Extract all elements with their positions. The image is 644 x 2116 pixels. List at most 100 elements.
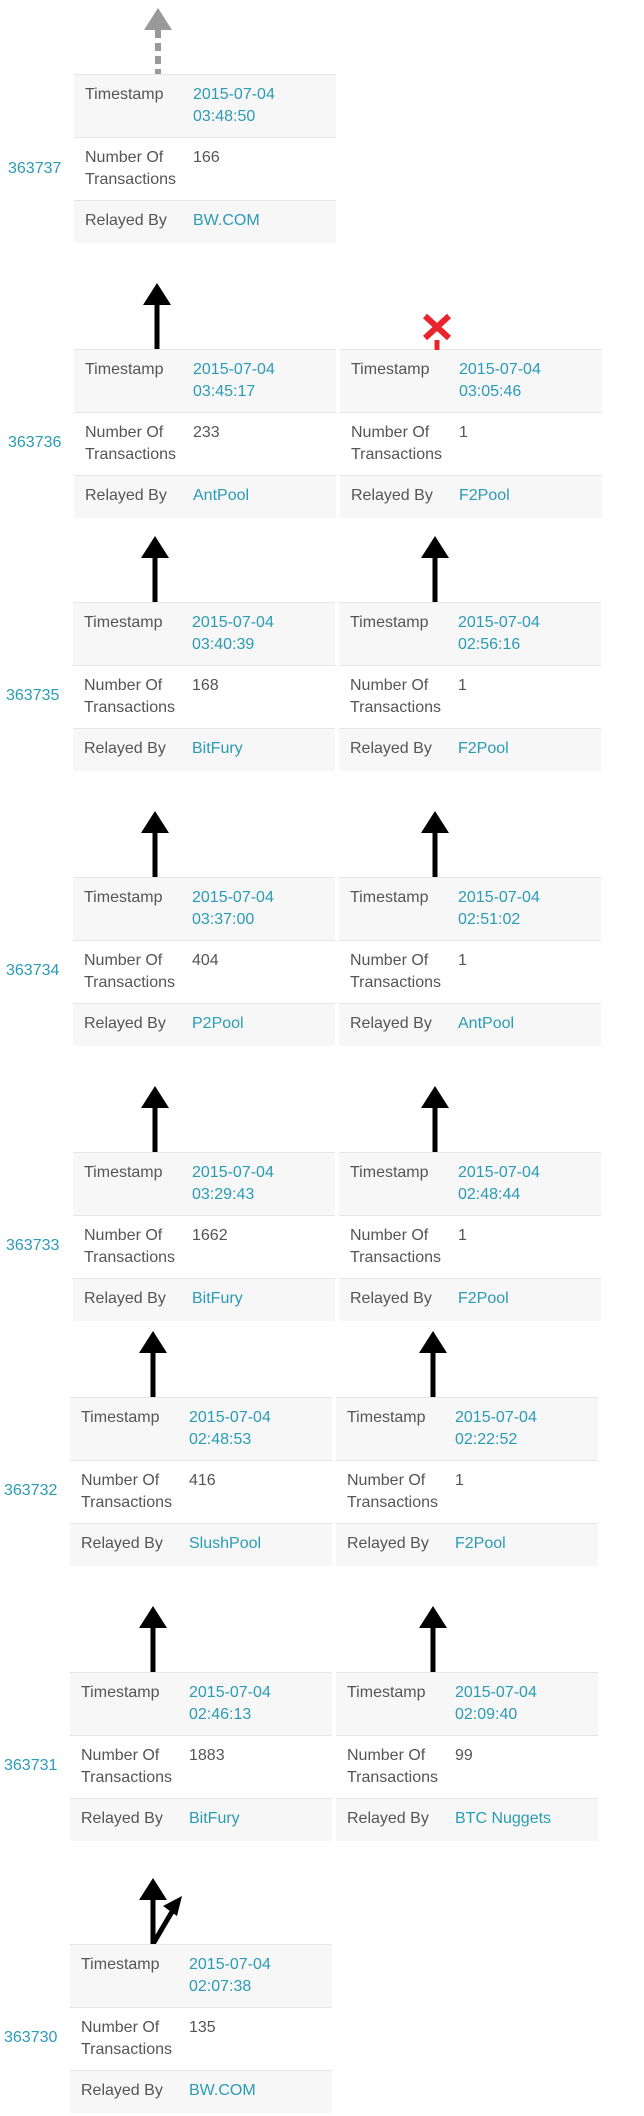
timestamp-row: Timestamp 2015-07-04 02:09:40 bbox=[336, 1672, 598, 1735]
timestamp-link[interactable]: 2015-07-04 03:29:43 bbox=[192, 1162, 274, 1205]
timestamp-row: Timestamp 2015-07-04 02:48:53 bbox=[70, 1397, 332, 1460]
transactions-row: Number Of Transactions 1662 bbox=[73, 1215, 335, 1278]
transactions-label: Number Of Transactions bbox=[85, 149, 176, 188]
timestamp-time: 02:22:52 bbox=[455, 1431, 518, 1448]
relayed-by-pool-link[interactable]: F2Pool bbox=[458, 738, 509, 760]
relayed-by-row: Relayed By AntPool bbox=[74, 475, 336, 518]
timestamp-label: Timestamp bbox=[84, 889, 163, 906]
relayed-by-pool-link[interactable]: BTC Nuggets bbox=[455, 1808, 551, 1830]
relayed-by-pool-link[interactable]: BW.COM bbox=[193, 210, 260, 232]
timestamp-link[interactable]: 2015-07-04 03:05:46 bbox=[459, 359, 541, 402]
relayed-by-row: Relayed By F2Pool bbox=[339, 1278, 601, 1321]
transactions-row: Number Of Transactions 135 bbox=[70, 2007, 332, 2070]
timestamp-time: 02:46:13 bbox=[189, 1706, 252, 1723]
timestamp-row: Timestamp 2015-07-04 03:37:00 bbox=[73, 877, 335, 940]
timestamp-link[interactable]: 2015-07-04 03:37:00 bbox=[192, 887, 274, 930]
timestamp-link[interactable]: 2015-07-04 02:56:16 bbox=[458, 612, 540, 655]
timestamp-link[interactable]: 2015-07-04 02:46:13 bbox=[189, 1682, 271, 1725]
relayed-by-pool-link[interactable]: BitFury bbox=[192, 738, 243, 760]
relayed-by-pool-link[interactable]: BW.COM bbox=[189, 2080, 256, 2102]
relayed-by-pool-link[interactable]: BitFury bbox=[192, 1288, 243, 1310]
timestamp-label: Timestamp bbox=[351, 361, 430, 378]
up-arrow-icon bbox=[141, 1086, 169, 1152]
relayed-by-row: Relayed By F2Pool bbox=[336, 1523, 598, 1566]
timestamp-row: Timestamp 2015-07-04 03:29:43 bbox=[73, 1152, 335, 1215]
timestamp-link[interactable]: 2015-07-04 02:07:38 bbox=[189, 1954, 271, 1997]
relayed-by-pool-link[interactable]: F2Pool bbox=[459, 485, 510, 507]
timestamp-link[interactable]: 2015-07-04 02:51:02 bbox=[458, 887, 540, 930]
transactions-label: Number Of Transactions bbox=[350, 952, 441, 991]
transactions-count: 404 bbox=[192, 952, 219, 969]
timestamp-label: Timestamp bbox=[81, 1684, 160, 1701]
orphan-block-card: Timestamp 2015-07-04 02:56:16 Number Of Tra… bbox=[339, 602, 601, 771]
timestamp-link[interactable]: 2015-07-04 03:40:39 bbox=[192, 612, 274, 655]
relayed-by-pool-link[interactable]: F2Pool bbox=[458, 1288, 509, 1310]
relayed-by-label: Relayed By bbox=[85, 487, 167, 504]
up-arrow-icon bbox=[139, 1331, 167, 1397]
x-mark-icon bbox=[422, 313, 452, 350]
timestamp-link[interactable]: 2015-07-04 03:48:50 bbox=[193, 84, 275, 127]
transactions-row: Number Of Transactions 99 bbox=[336, 1735, 598, 1798]
transactions-count: 135 bbox=[189, 2019, 216, 2036]
timestamp-date: 2015-07-04 bbox=[459, 361, 541, 378]
main-block-card: Timestamp 2015-07-04 02:48:53 Number Of Tra… bbox=[70, 1397, 332, 1566]
relayed-by-pool-link[interactable]: AntPool bbox=[193, 485, 249, 507]
transactions-row: Number Of Transactions 1 bbox=[336, 1460, 598, 1523]
timestamp-time: 03:37:00 bbox=[192, 911, 255, 928]
timestamp-link[interactable]: 2015-07-04 02:48:53 bbox=[189, 1407, 271, 1450]
block-height-link[interactable]: 363735 bbox=[6, 687, 59, 705]
transactions-row: Number Of Transactions 168 bbox=[73, 665, 335, 728]
timestamp-label: Timestamp bbox=[81, 1956, 160, 1973]
relayed-by-label: Relayed By bbox=[347, 1810, 429, 1827]
relayed-by-label: Relayed By bbox=[347, 1535, 429, 1552]
main-block-card: Timestamp 2015-07-04 02:46:13 Number Of Tra… bbox=[70, 1672, 332, 1841]
timestamp-row: Timestamp 2015-07-04 02:07:38 bbox=[70, 1944, 332, 2007]
transactions-row: Number Of Transactions 1 bbox=[339, 1215, 601, 1278]
timestamp-label: Timestamp bbox=[84, 614, 163, 631]
transactions-row: Number Of Transactions 416 bbox=[70, 1460, 332, 1523]
block-height-link[interactable]: 363737 bbox=[8, 160, 61, 178]
relayed-by-pool-link[interactable]: F2Pool bbox=[455, 1533, 506, 1555]
relayed-by-pool-link[interactable]: AntPool bbox=[458, 1013, 514, 1035]
block-height-link[interactable]: 363730 bbox=[4, 2029, 57, 2047]
block-height-link[interactable]: 363733 bbox=[6, 1237, 59, 1255]
block-height-link[interactable]: 363734 bbox=[6, 962, 59, 980]
orphan-block-card: Timestamp 2015-07-04 02:51:02 Number Of Tra… bbox=[339, 877, 601, 1046]
timestamp-time: 03:05:46 bbox=[459, 383, 522, 400]
timestamp-row: Timestamp 2015-07-04 02:22:52 bbox=[336, 1397, 598, 1460]
block-height-link[interactable]: 363731 bbox=[4, 1757, 57, 1775]
transactions-label: Number Of Transactions bbox=[351, 424, 442, 463]
timestamp-date: 2015-07-04 bbox=[192, 614, 274, 631]
relayed-by-row: Relayed By P2Pool bbox=[73, 1003, 335, 1046]
timestamp-label: Timestamp bbox=[350, 1164, 429, 1181]
timestamp-link[interactable]: 2015-07-04 02:22:52 bbox=[455, 1407, 537, 1450]
relayed-by-pool-link[interactable]: BitFury bbox=[189, 1808, 240, 1830]
timestamp-time: 03:29:43 bbox=[192, 1186, 255, 1203]
timestamp-link[interactable]: 2015-07-04 03:45:17 bbox=[193, 359, 275, 402]
relayed-by-pool-link[interactable]: P2Pool bbox=[192, 1013, 244, 1035]
timestamp-link[interactable]: 2015-07-04 02:48:44 bbox=[458, 1162, 540, 1205]
relayed-by-pool-link[interactable]: SlushPool bbox=[189, 1533, 261, 1555]
relayed-by-row: Relayed By F2Pool bbox=[339, 728, 601, 771]
transactions-label: Number Of Transactions bbox=[350, 1227, 441, 1266]
relayed-by-label: Relayed By bbox=[350, 1015, 432, 1032]
block-height-link[interactable]: 363732 bbox=[4, 1482, 57, 1500]
timestamp-link[interactable]: 2015-07-04 02:09:40 bbox=[455, 1682, 537, 1725]
split-arrow-icon bbox=[139, 1878, 182, 1944]
block-height-link[interactable]: 363736 bbox=[8, 434, 61, 452]
transactions-count: 1 bbox=[458, 952, 467, 969]
transactions-count: 1 bbox=[455, 1472, 464, 1489]
timestamp-date: 2015-07-04 bbox=[189, 1956, 271, 1973]
transactions-count: 416 bbox=[189, 1472, 216, 1489]
timestamp-date: 2015-07-04 bbox=[458, 1164, 540, 1181]
timestamp-label: Timestamp bbox=[347, 1409, 426, 1426]
timestamp-date: 2015-07-04 bbox=[189, 1409, 271, 1426]
transactions-label: Number Of Transactions bbox=[81, 1472, 172, 1511]
up-arrow-icon bbox=[421, 811, 449, 877]
transactions-row: Number Of Transactions 1 bbox=[339, 665, 601, 728]
orphan-block-card: Timestamp 2015-07-04 03:05:46 Number Of Tra… bbox=[340, 349, 602, 518]
relayed-by-label: Relayed By bbox=[351, 487, 433, 504]
relayed-by-row: Relayed By BitFury bbox=[73, 728, 335, 771]
relayed-by-label: Relayed By bbox=[85, 212, 167, 229]
transactions-count: 1662 bbox=[192, 1227, 228, 1244]
